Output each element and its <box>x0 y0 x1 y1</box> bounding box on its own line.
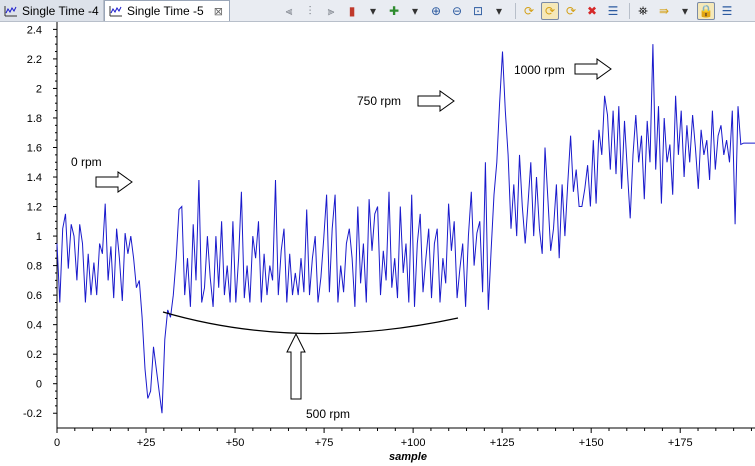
tab-single-time-4[interactable]: Single Time -4 <box>0 0 104 21</box>
zoom-out-icon[interactable]: ⊖ <box>448 2 466 20</box>
chart-tools: ⫷ ⫶ ⫸ ▮ ▾ ✚ ▾ ⊕ ⊖ ⊡ ▾ ⟳ ⟳ ⟳ ✖ ☰ ⛯ ⇛ ▾ 🔒 ☰ <box>280 2 739 20</box>
delete-icon[interactable]: ✖ <box>583 2 601 20</box>
dropdown-icon[interactable]: ▾ <box>364 2 382 20</box>
series-line <box>56 44 755 414</box>
binoculars-icon[interactable]: ⛯ <box>634 2 652 20</box>
align-left-icon[interactable]: ⫷ <box>280 2 298 20</box>
properties-icon[interactable]: ☰ <box>604 2 622 20</box>
plot-area <box>56 44 755 414</box>
step-forward-icon[interactable]: ⇛ <box>655 2 673 20</box>
tab-label: Single Time -4 <box>22 3 99 18</box>
chart-icon <box>4 5 17 16</box>
sync-icon[interactable]: ⟳ <box>520 2 538 20</box>
y-tick-label: 1.4 <box>27 172 42 184</box>
y-tick-label: 1.2 <box>27 202 42 214</box>
y-tick-label: 0.4 <box>27 320 42 332</box>
y-tick-label: 0 <box>36 379 42 391</box>
dropdown-icon[interactable]: ▾ <box>490 2 508 20</box>
axes: -0.2 0 0.2 0.4 0.6 0.8 1 1.2 1.4 1.6 1.8 2 2.2 2.4 0 +2… <box>23 22 755 463</box>
sync-all-icon[interactable]: ⟳ <box>541 2 559 20</box>
lock-icon[interactable]: 🔒 <box>697 2 715 20</box>
cursor-marker-icon[interactable]: ▮ <box>343 2 361 20</box>
x-tick-label: +50 <box>226 437 245 449</box>
x-tick-label: +125 <box>490 437 515 449</box>
y-tick-label: 2 <box>36 83 42 95</box>
list-icon[interactable]: ☰ <box>718 2 736 20</box>
arrow-0-rpm <box>95 171 133 193</box>
align-right-icon[interactable]: ⫸ <box>322 2 340 20</box>
dropdown-icon[interactable]: ▾ <box>406 2 424 20</box>
x-tick-label: +100 <box>401 437 426 449</box>
refresh-icon[interactable]: ⟳ <box>562 2 580 20</box>
annotation-750-rpm: 750 rpm <box>357 94 401 108</box>
x-axis-label: sample <box>389 451 427 463</box>
y-tick-label: -0.2 <box>23 408 42 420</box>
arrow-1000-rpm <box>574 58 612 80</box>
x-tick-label: +75 <box>315 437 334 449</box>
x-tick-label: +150 <box>579 437 604 449</box>
brace-500-rpm <box>162 311 459 335</box>
y-tick-label: 1.8 <box>27 113 42 125</box>
tab-label: Single Time -5 <box>127 4 204 18</box>
time-series-chart: -0.2 0 0.2 0.4 0.6 0.8 1 1.2 1.4 1.6 1.8 2 2.2 2.4 0 +2… <box>23 22 755 463</box>
toolbar-separator <box>515 3 516 19</box>
dropdown-icon[interactable]: ▾ <box>676 2 694 20</box>
close-icon[interactable]: ⊠ <box>212 5 225 18</box>
add-icon[interactable]: ✚ <box>385 2 403 20</box>
y-tick-label: 1 <box>36 231 42 243</box>
y-tick-label: 0.2 <box>27 349 42 361</box>
tab-single-time-5[interactable]: Single Time -5 ⊠ <box>104 0 230 21</box>
x-tick-label: +25 <box>137 437 156 449</box>
annotation-500-rpm: 500 rpm <box>306 407 350 421</box>
zoom-in-icon[interactable]: ⊕ <box>427 2 445 20</box>
x-tick-label: 0 <box>54 437 60 449</box>
toolbar-separator <box>629 3 630 19</box>
y-tick-label: 0.6 <box>27 290 42 302</box>
y-tick-label: 2.4 <box>27 24 42 36</box>
arrow-500-rpm <box>286 332 306 400</box>
align-center-icon[interactable]: ⫶ <box>301 2 319 20</box>
y-tick-label: 1.6 <box>27 142 42 154</box>
y-tick-label: 0.8 <box>27 261 42 273</box>
arrow-750-rpm <box>417 90 455 112</box>
editor-toolbar: Single Time -4 Single Time -5 ⊠ ⫷ ⫶ ⫸ ▮ ▾ ✚ ▾ ⊕… <box>0 0 755 22</box>
chart-icon <box>109 6 122 17</box>
annotation-1000-rpm: 1000 rpm <box>514 63 565 77</box>
annotation-0-rpm: 0 rpm <box>71 155 102 169</box>
zoom-fit-icon[interactable]: ⊡ <box>469 2 487 20</box>
y-tick-label: 2.2 <box>27 54 42 66</box>
x-tick-label: +175 <box>668 437 693 449</box>
